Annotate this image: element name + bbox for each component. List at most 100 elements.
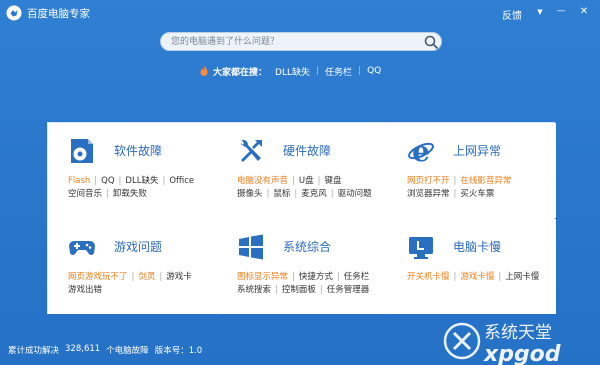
divider: | [94, 176, 98, 186]
category-links: 电脑没有声音 | U盘 | 键盘 摄像头 | 鼠标 | 麦克风 | 驱动问题 [237, 175, 378, 201]
divider: | [315, 66, 320, 76]
category-links: Flash | QQ | DLL缺失 | Office 空间音乐 | 卸载失败 [68, 175, 208, 201]
issue-link[interactable]: 卸载失败 [113, 188, 147, 201]
divider: | [317, 176, 321, 186]
close-button[interactable]: ✕ [576, 5, 592, 19]
issue-link[interactable]: 键盘 [325, 175, 342, 188]
menu-button[interactable]: ▼ [532, 5, 548, 19]
issue-link[interactable]: 开关机卡慢 [407, 271, 450, 284]
issue-link[interactable]: 网页游戏玩不了 [68, 271, 128, 284]
issue-link[interactable]: 系统搜索 [237, 284, 271, 297]
flame-icon [200, 65, 208, 76]
minimize-icon: — [556, 6, 566, 16]
issue-link[interactable]: 游戏出错 [68, 284, 102, 297]
issue-link[interactable]: 电脑没有声音 [237, 175, 288, 188]
link-row: 电脑没有声音 | U盘 | 键盘 [237, 175, 378, 188]
link-row: 图标显示异常 | 快捷方式 | 任务栏 [237, 271, 378, 284]
category-links: 图标显示异常 | 快捷方式 | 任务栏 系统搜索 | 控制面板 | 任务管理器 [237, 271, 378, 297]
category-card[interactable]: 游戏问题 网页游戏玩不了 | 剑灵 | 游戏卡 游戏出错 [48, 219, 216, 314]
version-label: 版本号：1.0 [154, 346, 203, 356]
issue-link[interactable]: Flash [68, 175, 90, 188]
divider: | [266, 189, 270, 199]
issue-link[interactable]: 图标显示异常 [237, 271, 288, 284]
hot-search-bar: 大家都在搜： DLL缺失 | 任务栏 | QQ [199, 64, 381, 78]
software-icon [68, 137, 96, 165]
category-grid: 软件故障 Flash | QQ | DLL缺失 | Office 空间音乐 | 卸载失败 硬件故障 电脑… [47, 122, 556, 314]
divider: | [453, 189, 457, 199]
chevron-down-icon: ▼ [537, 8, 543, 16]
search-icon[interactable] [423, 34, 439, 50]
issue-link[interactable]: 浏览器异常 [407, 188, 450, 201]
category-title[interactable]: 硬件故障 [283, 142, 331, 159]
category-card[interactable]: 电脑卡慢 开关机卡慢 | 游戏卡慢 | 上网卡慢 [387, 219, 556, 314]
feedback-link[interactable]: 反馈 [502, 7, 522, 22]
app-logo-icon [6, 5, 22, 21]
issue-link[interactable]: 任务管理器 [327, 284, 370, 297]
issue-link[interactable]: 控制面板 [282, 284, 316, 297]
divider: | [294, 189, 298, 199]
issue-link[interactable]: 买火车票 [460, 188, 494, 201]
divider: | [453, 176, 457, 186]
issue-link[interactable]: 游戏卡 [166, 271, 192, 284]
category-card[interactable]: e 上网异常网页打不开 | 在线影音异常 浏览器异常 | 买火车票 [387, 123, 556, 218]
divider: | [330, 189, 334, 199]
issue-link[interactable]: 驱动问题 [338, 188, 372, 201]
monitor-icon [407, 233, 435, 261]
issue-link[interactable]: QQ [101, 175, 114, 188]
search-input[interactable] [171, 34, 411, 50]
category-title[interactable]: 软件故障 [114, 142, 162, 159]
divider: | [106, 189, 109, 199]
hot-link-taskbar[interactable]: 任务栏 [325, 65, 352, 78]
link-row: 游戏出错 [68, 284, 208, 297]
windows-icon [237, 233, 265, 261]
link-row: 浏览器异常 | 买火车票 [407, 188, 548, 201]
category-title[interactable]: 游戏问题 [114, 238, 162, 255]
category-title[interactable]: 上网异常 [453, 142, 501, 159]
minimize-button[interactable]: — [553, 5, 569, 19]
gamepad-icon [68, 233, 96, 261]
divider: | [453, 272, 457, 282]
category-card[interactable]: 硬件故障 电脑没有声音 | U盘 | 键盘 摄像头 | 鼠标 | 麦克风 | 驱动问题 [217, 123, 386, 218]
issue-link[interactable]: 网页打不开 [407, 175, 450, 188]
issue-link[interactable]: U盘 [299, 175, 314, 188]
category-links: 开关机卡慢 | 游戏卡慢 | 上网卡慢 [407, 271, 548, 284]
close-icon: ✕ [579, 6, 589, 17]
divider: | [131, 272, 135, 282]
divider: | [319, 285, 323, 295]
issue-link[interactable]: 在线影音异常 [460, 175, 511, 188]
divider: | [292, 272, 295, 282]
issue-link[interactable]: 上网卡慢 [505, 271, 539, 284]
issue-link[interactable]: 麦克风 [301, 188, 327, 201]
issue-link[interactable]: 剑灵 [138, 271, 155, 284]
issue-link[interactable]: Office [169, 175, 194, 188]
ie-icon: e [407, 135, 435, 168]
issue-link[interactable]: 鼠标 [273, 188, 290, 201]
watermark-line1: 系统天堂 [484, 323, 552, 343]
search-box [160, 32, 442, 51]
issue-link[interactable]: 游戏卡慢 [460, 271, 494, 284]
issue-link[interactable]: 任务栏 [344, 271, 370, 284]
category-title[interactable]: 电脑卡慢 [453, 238, 501, 255]
divider: | [358, 66, 362, 76]
category-title[interactable]: 系统综合 [283, 238, 331, 255]
category-card[interactable]: 软件故障 Flash | QQ | DLL缺失 | Office 空间音乐 | 卸载失败 [48, 123, 216, 218]
hot-link-qq[interactable]: QQ [367, 66, 381, 76]
issue-link[interactable]: 摄像头 [237, 188, 263, 201]
issue-link[interactable]: DLL缺失 [125, 175, 158, 188]
title-bar: 百度电脑专家 反馈 ▼ — ✕ [0, 0, 600, 28]
category-links: 网页打不开 | 在线影音异常 浏览器异常 | 买火车票 [407, 175, 548, 201]
solved-label: 累计成功解决 [8, 346, 60, 356]
hot-link-dll[interactable]: DLL缺失 [275, 65, 310, 78]
link-row: 空间音乐 | 卸载失败 [68, 188, 208, 201]
divider: | [275, 285, 278, 295]
issue-link[interactable]: 空间音乐 [68, 188, 102, 201]
solved-suffix: 个电脑故障 [106, 346, 149, 356]
divider: | [159, 272, 163, 282]
issue-link[interactable]: 快捷方式 [299, 271, 333, 284]
tools-icon [237, 137, 265, 165]
divider: | [498, 272, 502, 282]
link-row: Flash | QQ | DLL缺失 | Office [68, 175, 208, 188]
divider: | [162, 176, 166, 186]
category-card[interactable]: 系统综合 图标显示异常 | 快捷方式 | 任务栏 系统搜索 | 控制面板 | 任务管理器 [217, 219, 386, 314]
solved-count: 328,611 [65, 344, 101, 354]
